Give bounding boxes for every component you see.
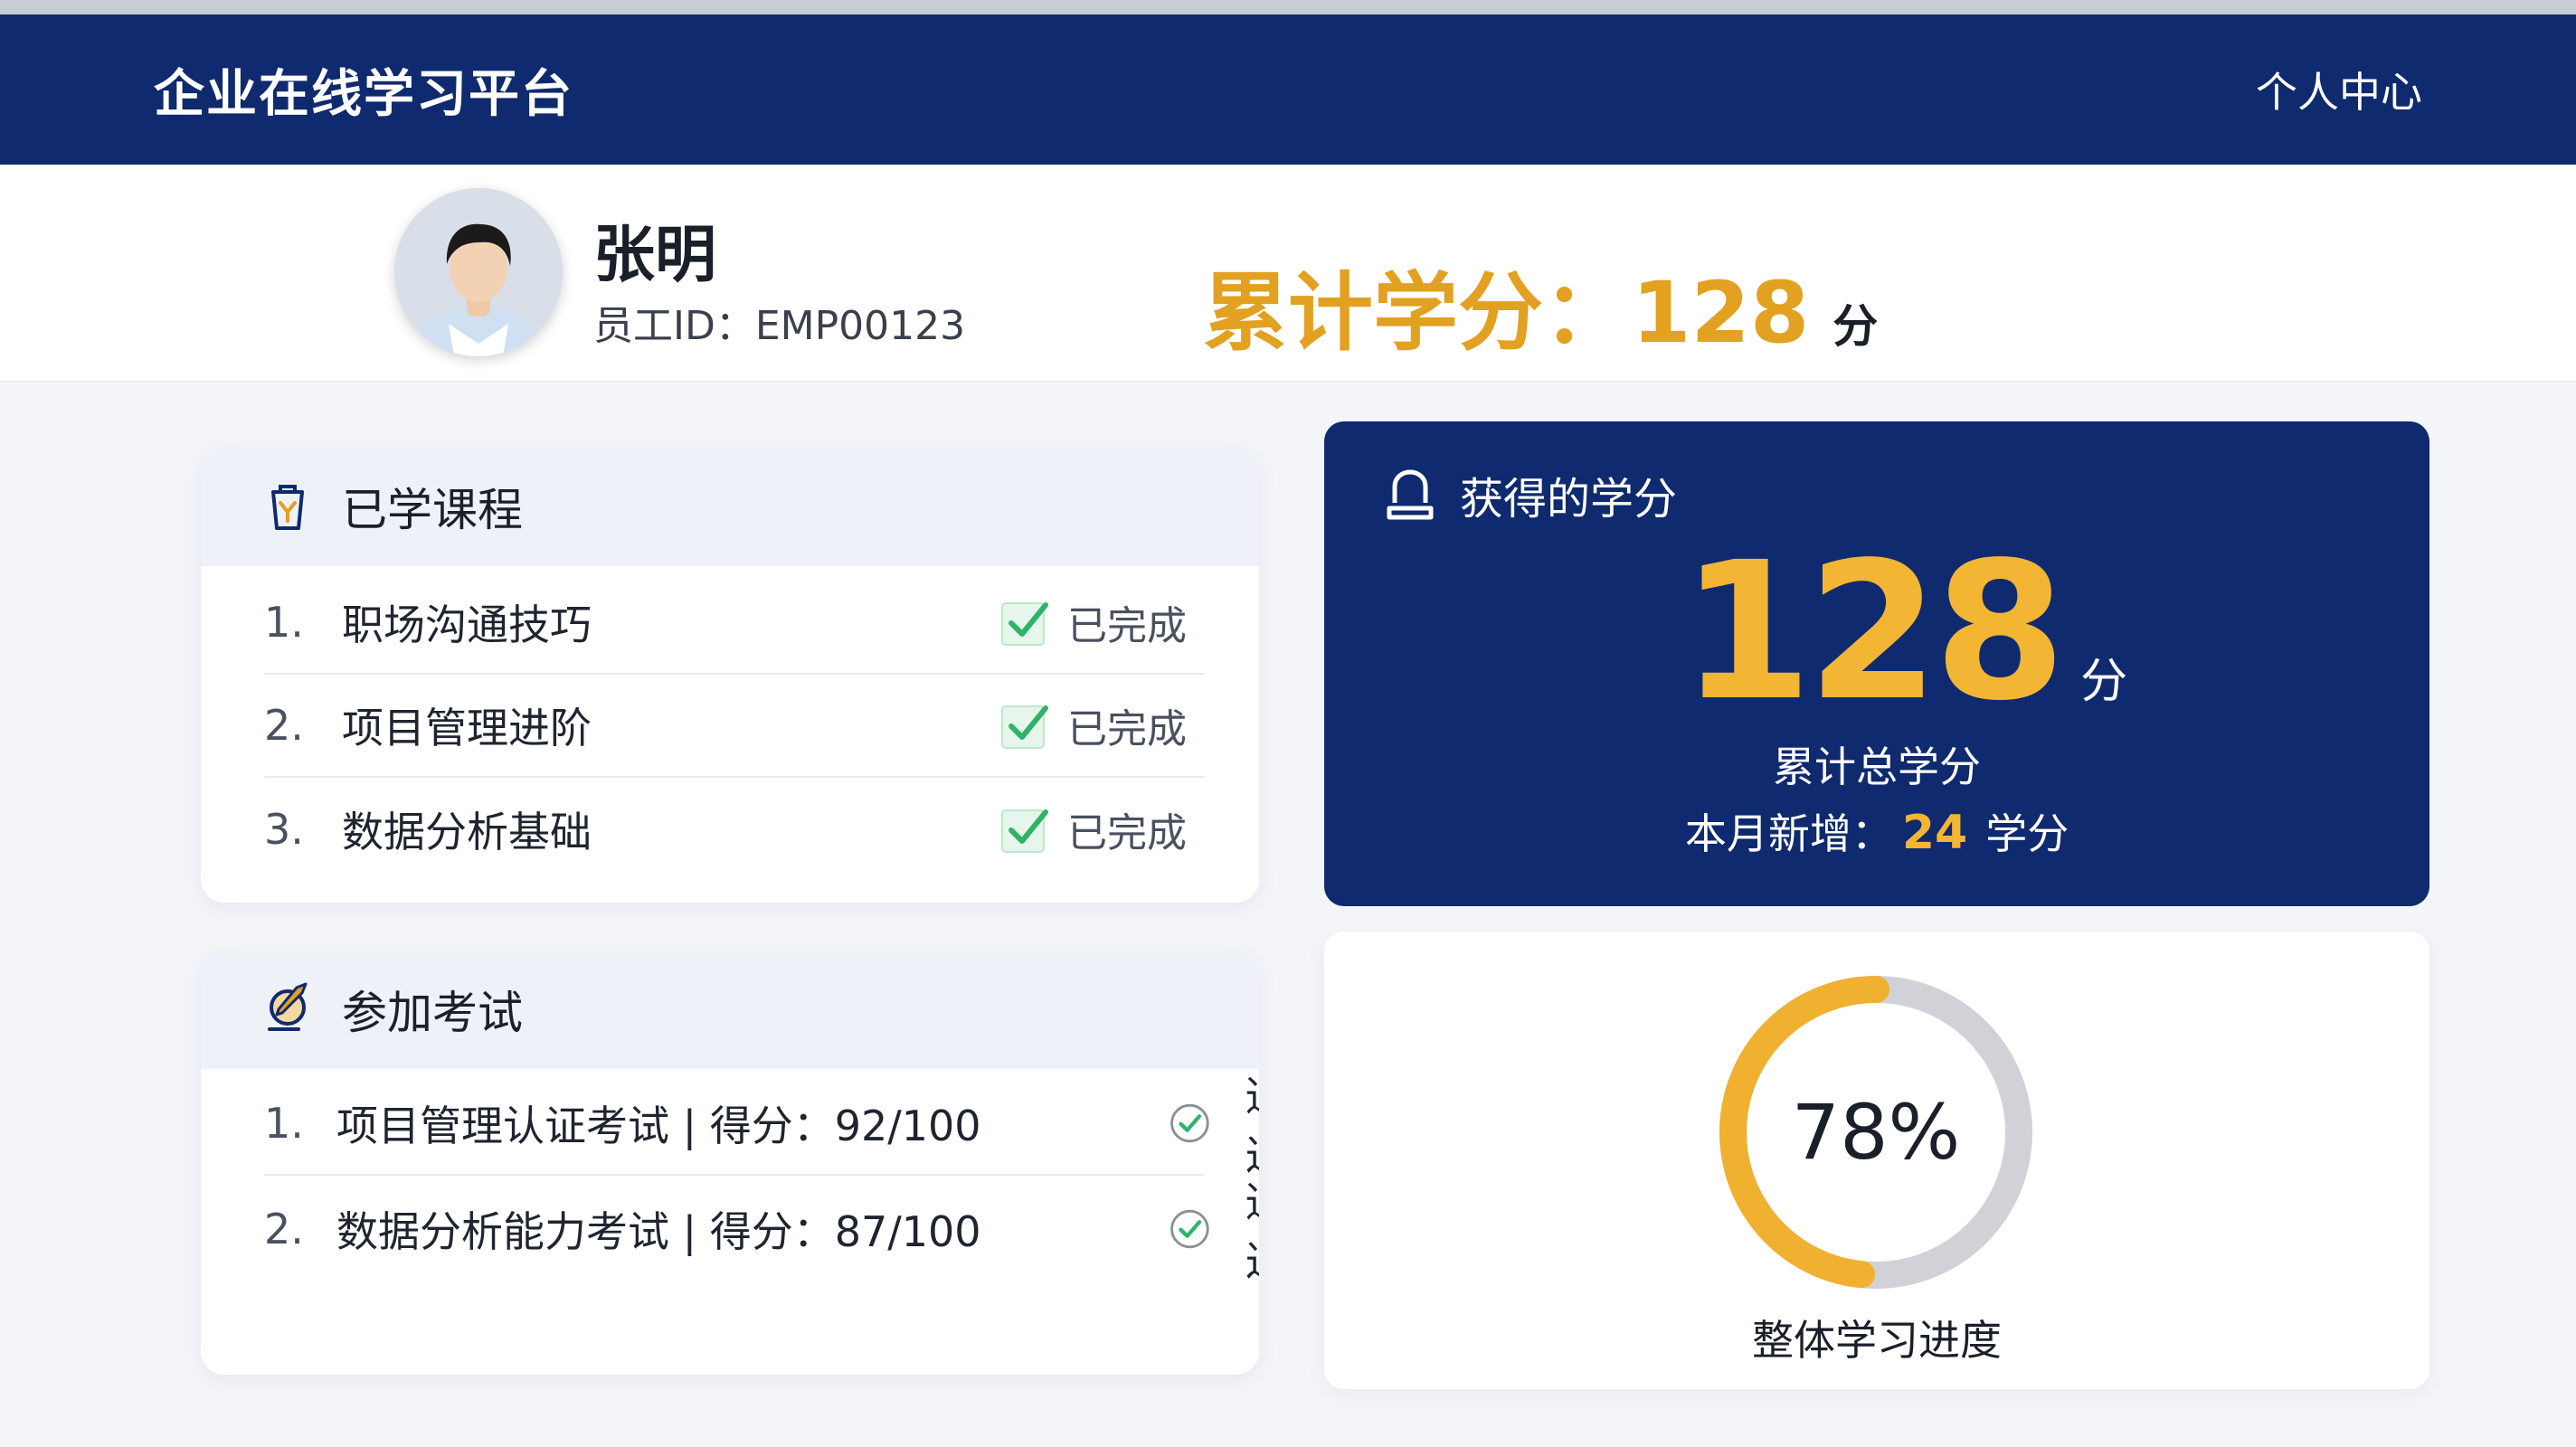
course-status: 已完成 bbox=[1000, 593, 1187, 651]
course-status-label: 已完成 bbox=[1067, 603, 1187, 649]
checkbox-checked-icon bbox=[1001, 809, 1048, 853]
course-index: 3. bbox=[264, 805, 304, 854]
course-name: 数据分析基础 bbox=[342, 808, 592, 856]
course-status-label: 已完成 bbox=[1067, 706, 1187, 752]
checkbox-checked-icon bbox=[1001, 602, 1048, 646]
course-row[interactable]: 3. 数据分析基础 已完成 bbox=[264, 778, 1205, 881]
progress-card: 78% 整体学习进度 bbox=[1324, 932, 2429, 1389]
course-row[interactable]: 2. 项目管理进阶 已完成 bbox=[264, 675, 1205, 778]
credits-card: 获得的学分 128 分 累计总学分 本月新增： 24 学分 bbox=[1324, 421, 2429, 906]
exam-row[interactable]: 1. 项目管理认证考试 | 得分：92/100 通过 bbox=[264, 1072, 1259, 1180]
courses-title: 已学课程 bbox=[342, 484, 523, 536]
monthly-credits-label: 本月新增： bbox=[1684, 809, 1893, 858]
award-badge-icon bbox=[1387, 469, 1434, 520]
course-row[interactable]: 1. 职场沟通技巧 已完成 bbox=[264, 572, 1205, 675]
credits-total-unit: 分 bbox=[2080, 655, 2128, 709]
course-name: 职场沟通技巧 bbox=[342, 601, 592, 649]
courses-card: 已学课程 1. 职场沟通技巧 已完成 2. 项目管理进阶 已完成 3. 数据分析… bbox=[201, 447, 1259, 903]
checkbox-checked-icon bbox=[1001, 705, 1048, 749]
exams-card: 参加考试 1. 项目管理认证考试 | 得分：92/100 通过 2. 数据分析能… bbox=[201, 950, 1259, 1375]
check-circle-icon bbox=[1170, 1103, 1209, 1143]
course-index: 1. bbox=[264, 598, 304, 647]
app-title: 企业在线学习平台 bbox=[154, 64, 573, 124]
course-name: 项目管理进阶 bbox=[342, 704, 592, 752]
credits-total-label: 累计总学分 bbox=[1773, 742, 1981, 791]
progress-percent: 78% bbox=[1791, 1088, 1961, 1177]
credits-big-value: 128 分 bbox=[1324, 521, 2429, 742]
course-bag-icon bbox=[271, 485, 304, 530]
avatar bbox=[394, 188, 563, 356]
credits-card-header: 获得的学分 bbox=[1384, 463, 1677, 526]
credits-summary-unit: 分 bbox=[1833, 300, 1879, 353]
credits-summary: 累计学分： 128 分 bbox=[1203, 244, 1878, 367]
course-status: 已完成 bbox=[1000, 696, 1187, 754]
check-circle-icon bbox=[1170, 1209, 1209, 1249]
credits-summary-label: 累计学分： bbox=[1203, 264, 1629, 363]
credits-card-title: 获得的学分 bbox=[1460, 474, 1678, 525]
exams-card-header: 参加考试 bbox=[201, 950, 1259, 1069]
exam-row[interactable]: 2. 数据分析能力考试 | 得分：87/100 通过 bbox=[264, 1177, 1259, 1286]
course-status: 已完成 bbox=[1000, 800, 1187, 858]
personal-center-link[interactable]: 个人中心 bbox=[2256, 60, 2422, 119]
exam-result: 通过 bbox=[1169, 1064, 1259, 1183]
app-header: 企业在线学习平台 个人中心 bbox=[0, 14, 2576, 165]
progress-caption: 整体学习进度 bbox=[1752, 1316, 2002, 1365]
exam-result: 通过 bbox=[1169, 1169, 1259, 1289]
exam-index: 2. bbox=[264, 1205, 304, 1253]
avatar-image bbox=[394, 188, 563, 356]
exam-detail: 数据分析能力考试 | 得分：87/100 bbox=[336, 1207, 981, 1256]
exam-detail: 项目管理认证考试 | 得分：92/100 bbox=[336, 1102, 981, 1150]
exam-result-label: 通过 bbox=[1245, 1169, 1259, 1289]
profile-section: 张明 员工ID：EMP00123 累计学分： 128 分 bbox=[0, 165, 2576, 382]
user-name: 张明 bbox=[593, 220, 717, 291]
course-index: 2. bbox=[264, 701, 304, 750]
employee-id: 员工ID：EMP00123 bbox=[593, 303, 966, 349]
credits-summary-value: 128 bbox=[1632, 264, 1810, 363]
credits-total-number: 128 bbox=[1680, 521, 2066, 742]
course-status-label: 已完成 bbox=[1067, 810, 1187, 856]
top-strip bbox=[0, 0, 2576, 14]
exam-index: 1. bbox=[264, 1099, 304, 1148]
monthly-credits-unit: 学分 bbox=[1985, 809, 2069, 858]
exam-pencil-icon bbox=[268, 982, 308, 1031]
monthly-credits-value: 24 bbox=[1901, 806, 1968, 860]
monthly-credits: 本月新增： 24 学分 bbox=[1324, 801, 2429, 861]
exam-result-label: 通过 bbox=[1245, 1064, 1259, 1183]
exams-title: 参加考试 bbox=[342, 987, 523, 1039]
courses-card-header: 已学课程 bbox=[201, 447, 1259, 566]
